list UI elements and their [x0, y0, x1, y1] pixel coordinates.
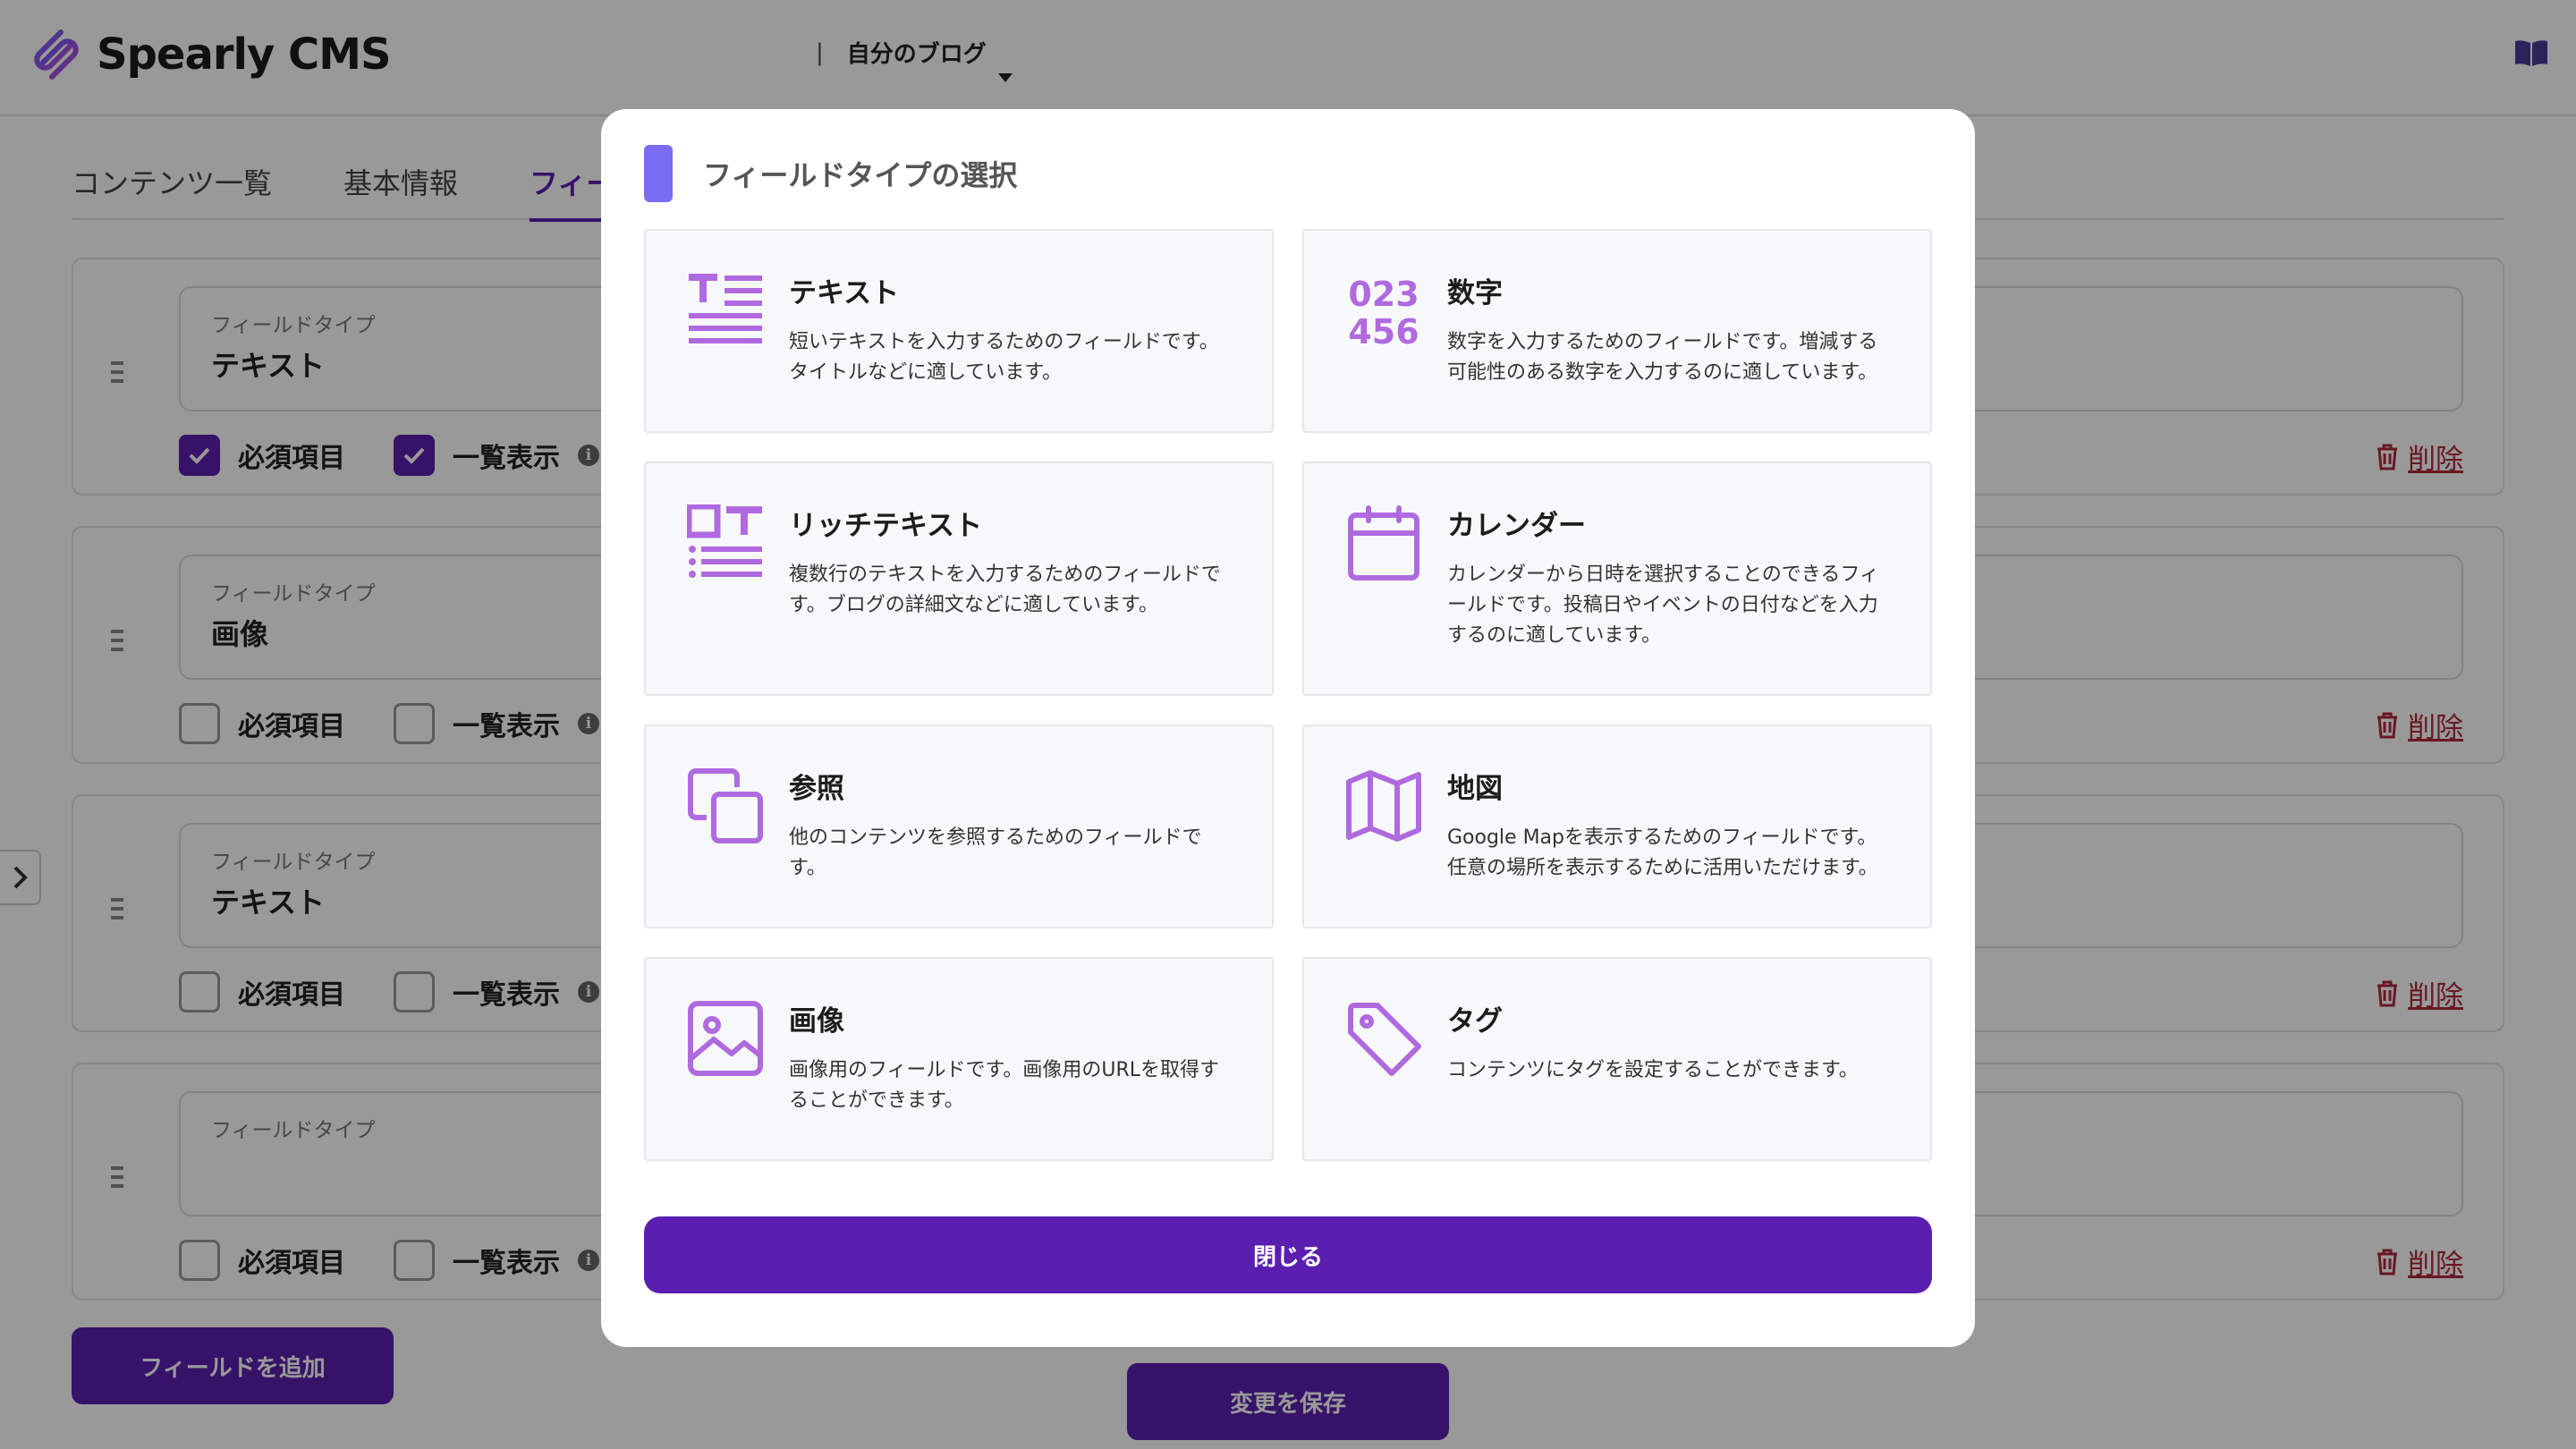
field-type-text[interactable]: テキスト 短いテキストを入力するためのフィールドです。タイトルなどに適しています… — [644, 229, 1274, 433]
field-type-modal: フィールドタイプの選択 テキスト 短いテキストを入力するためのフィールドです。タ… — [601, 109, 1975, 1347]
numbers-icon-top: 023 — [1348, 275, 1419, 314]
modal-title: フィールドタイプの選択 — [703, 158, 1018, 192]
numbers-icon: 023 456 — [1348, 275, 1419, 349]
field-type-name: テキスト — [789, 277, 900, 309]
field-type-name: 画像 — [789, 1005, 844, 1038]
rich-text-icon — [687, 504, 762, 578]
field-type-image[interactable]: 画像 画像用のフィールドです。画像用のURLを取得することができます。 — [644, 957, 1274, 1161]
field-type-name: カレンダー — [1447, 510, 1586, 542]
calendar-icon — [1348, 505, 1419, 580]
field-type-name: 地図 — [1447, 773, 1503, 805]
tag-icon — [1348, 1003, 1421, 1076]
field-type-description: Google Mapを表示するためのフィールドです。任意の場所を表示するために活… — [1447, 826, 1878, 879]
field-type-description: 数字を入力するためのフィールドです。増減する可能性のある数字を入力するのに適して… — [1447, 331, 1878, 384]
field-type-calendar[interactable]: カレンダー カレンダーから日時を選択することのできるフィールドです。投稿日やイベ… — [1302, 462, 1932, 696]
numbers-icon-bottom: 456 — [1348, 312, 1419, 349]
copy-icon — [688, 768, 763, 843]
field-type-description: 画像用のフィールドです。画像用のURLを取得することができます。 — [789, 1059, 1220, 1112]
field-type-rich-text[interactable]: リッチテキスト 複数行のテキストを入力するためのフィールドです。ブログの詳細文な… — [644, 462, 1274, 696]
map-icon — [1346, 770, 1421, 842]
modal-accent-bar — [644, 145, 673, 202]
image-icon — [688, 1001, 763, 1076]
field-type-number[interactable]: 023 456 数字 数字を入力するためのフィールドです。増減する可能性のある数… — [1302, 229, 1932, 433]
field-type-map[interactable]: 地図 Google Mapを表示するためのフィールドです。任意の場所を表示するた… — [1302, 724, 1932, 928]
field-type-description: 他のコンテンツを参照するためのフィールドです。 — [789, 826, 1202, 879]
field-type-description: 複数行のテキストを入力するためのフィールドです。ブログの詳細文などに適しています… — [789, 564, 1221, 616]
field-type-tag[interactable]: タグ コンテンツにタグを設定することができます。 — [1302, 957, 1932, 1161]
field-type-description: カレンダーから日時を選択することのできるフィールドです。投稿日やイベントの日付な… — [1447, 564, 1879, 647]
field-type-description: コンテンツにタグを設定することができます。 — [1447, 1059, 1859, 1081]
text-lines-icon — [689, 274, 762, 343]
field-type-name: 参照 — [789, 773, 844, 805]
field-type-name: リッチテキスト — [789, 510, 983, 542]
close-button[interactable]: 閉じる — [644, 1216, 1932, 1293]
modal-header: フィールドタイプの選択 — [644, 145, 1017, 202]
field-type-reference[interactable]: 参照 他のコンテンツを参照するためのフィールドです。 — [644, 724, 1274, 928]
field-type-description: 短いテキストを入力するためのフィールドです。タイトルなどに適しています。 — [789, 331, 1219, 384]
field-type-name: 数字 — [1447, 277, 1503, 309]
field-type-name: タグ — [1447, 1005, 1503, 1038]
